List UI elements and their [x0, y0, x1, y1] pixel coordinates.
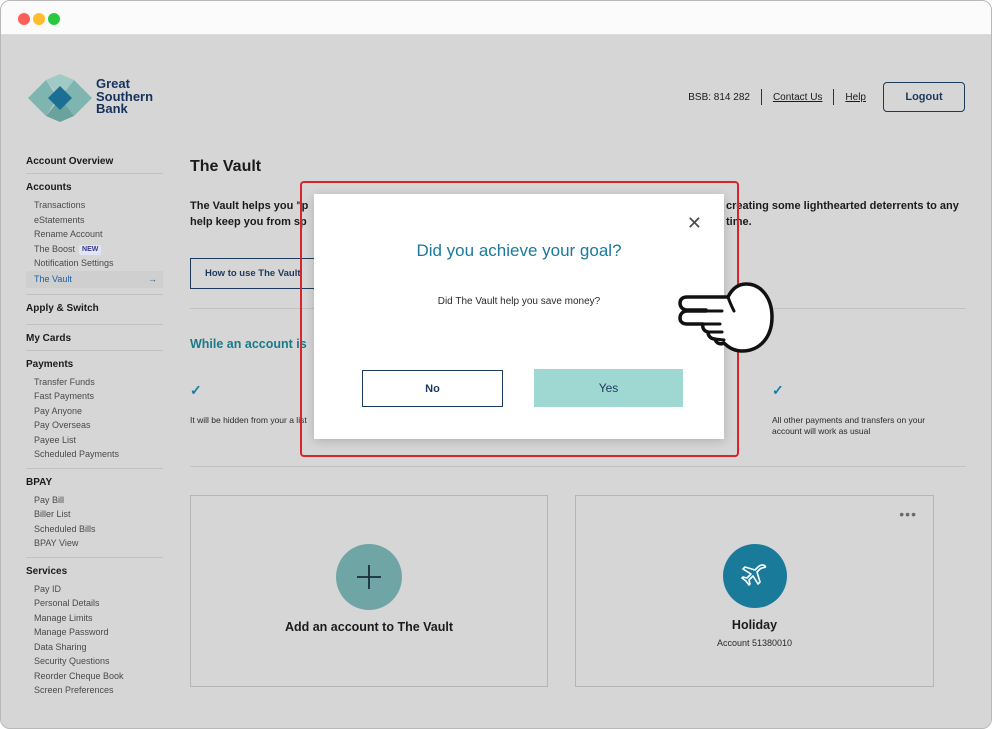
- sidebar-item-transactions[interactable]: Transactions: [26, 198, 163, 213]
- airplane-icon: [723, 544, 787, 608]
- divider: [26, 467, 163, 469]
- divider: [190, 466, 966, 467]
- sidebar-item-the-vault[interactable]: The Vault →: [26, 270, 163, 288]
- header-links: BSB: 814 282 Contact Us Help Logout: [688, 82, 965, 112]
- sidebar-item-manage-password[interactable]: Manage Password: [26, 625, 163, 640]
- bank-name: Great Southern Bank: [96, 77, 153, 116]
- contact-us-link[interactable]: Contact Us: [773, 92, 822, 103]
- browser-window: Great Southern Bank BSB: 814 282 Contact…: [0, 0, 992, 729]
- minimize-window-button[interactable]: [33, 13, 45, 25]
- sidebar-item-data-sharing[interactable]: Data Sharing: [26, 640, 163, 655]
- sidebar-item-pay-bill[interactable]: Pay Bill: [26, 493, 163, 508]
- divider: [26, 556, 163, 558]
- sidebar-item-pay-overseas[interactable]: Pay Overseas: [26, 418, 163, 433]
- sidebar-item-pay-anyone[interactable]: Pay Anyone: [26, 404, 163, 419]
- sidebar-item-screen-preferences[interactable]: Screen Preferences: [26, 683, 163, 698]
- intro-text-left: The Vault helps you "p help keep you fro…: [190, 200, 309, 228]
- bsb-number: BSB: 814 282: [688, 91, 750, 103]
- page-title: The Vault: [190, 158, 262, 175]
- check-icon: ✓: [190, 382, 202, 398]
- vault-account-card[interactable]: ••• Holiday Account 51380010: [575, 495, 934, 687]
- close-icon[interactable]: ✕: [687, 214, 702, 232]
- plus-icon[interactable]: [336, 544, 402, 610]
- check-icon: ✓: [772, 382, 784, 398]
- sidebar-item-biller-list[interactable]: Biller List: [26, 507, 163, 522]
- page: Great Southern Bank BSB: 814 282 Contact…: [1, 36, 991, 728]
- vault-account-number: Account 51380010: [716, 638, 793, 648]
- sidebar-item-the-boost[interactable]: The Boost NEW: [26, 242, 163, 257]
- maximize-window-button[interactable]: [48, 13, 60, 25]
- vault-name: Holiday: [731, 618, 778, 632]
- sidebar-item-transfer-funds[interactable]: Transfer Funds: [26, 375, 163, 390]
- title-bar: [1, 1, 991, 35]
- sidebar-item-notification-settings[interactable]: Notification Settings: [26, 256, 163, 271]
- more-options-icon[interactable]: •••: [899, 506, 917, 522]
- sidebar-heading-bpay[interactable]: BPAY: [26, 477, 163, 488]
- divider: [26, 293, 163, 295]
- goal-dialog: ✕ Did you achieve your goal? Did The Vau…: [314, 194, 724, 439]
- close-window-button[interactable]: [18, 13, 30, 25]
- sidebar-item-account-overview[interactable]: Account Overview: [26, 156, 163, 167]
- sidebar-item-bpay-view[interactable]: BPAY View: [26, 536, 163, 551]
- sidebar-heading-payments[interactable]: Payments: [26, 359, 163, 370]
- sidebar-item-my-cards[interactable]: My Cards: [26, 333, 163, 344]
- no-button[interactable]: No: [362, 370, 503, 407]
- sidebar-item-scheduled-payments[interactable]: Scheduled Payments: [26, 447, 163, 462]
- divider: [26, 349, 163, 351]
- sidebar-item-personal-details[interactable]: Personal Details: [26, 596, 163, 611]
- divider: [833, 89, 835, 105]
- sidebar-item-scheduled-bills[interactable]: Scheduled Bills: [26, 522, 163, 537]
- pointing-hand-icon: [678, 282, 774, 353]
- bank-logo-icon[interactable]: [28, 74, 92, 122]
- section-heading: While an account is: [190, 337, 307, 351]
- sidebar-nav: Account Overview Accounts Transactions e…: [26, 156, 163, 698]
- sidebar-item-manage-limits[interactable]: Manage Limits: [26, 611, 163, 626]
- dialog-title: Did you achieve your goal?: [416, 241, 622, 260]
- sidebar-item-rename-account[interactable]: Rename Account: [26, 227, 163, 242]
- sidebar-item-label: The Boost: [34, 243, 76, 254]
- yes-button[interactable]: Yes: [534, 369, 683, 407]
- sidebar-item-pay-id[interactable]: Pay ID: [26, 582, 163, 597]
- sidebar-item-fast-payments[interactable]: Fast Payments: [26, 389, 163, 404]
- new-badge: NEW: [79, 244, 102, 255]
- payments-info-text: All other payments and transfers on your…: [772, 415, 926, 436]
- divider: [26, 323, 163, 325]
- sidebar-item-estatements[interactable]: eStatements: [26, 213, 163, 228]
- sidebar-item-apply-switch[interactable]: Apply & Switch: [26, 303, 163, 314]
- sidebar-heading-services[interactable]: Services: [26, 566, 163, 577]
- add-account-label: Add an account to The Vault: [284, 620, 454, 634]
- help-link[interactable]: Help: [845, 92, 866, 103]
- sidebar-heading-accounts[interactable]: Accounts: [26, 182, 163, 193]
- divider: [760, 89, 762, 105]
- logout-button[interactable]: Logout: [883, 82, 965, 112]
- sidebar-item-payee-list[interactable]: Payee List: [26, 433, 163, 448]
- divider: [26, 173, 163, 174]
- intro-text-right: creating some lighthearted deterrents to…: [726, 200, 959, 228]
- hidden-info-text: It will be hidden from your a list: [190, 415, 307, 425]
- sidebar-item-security-questions[interactable]: Security Questions: [26, 654, 163, 669]
- logo-line-3: Bank: [96, 101, 128, 116]
- add-account-card[interactable]: Add an account to The Vault: [190, 495, 548, 687]
- sidebar-item-label: The Vault: [34, 273, 72, 284]
- dialog-subtitle: Did The Vault help you save money?: [437, 296, 601, 307]
- arrow-right-icon: →: [148, 273, 157, 284]
- sidebar-item-reorder-cheque-book[interactable]: Reorder Cheque Book: [26, 669, 163, 684]
